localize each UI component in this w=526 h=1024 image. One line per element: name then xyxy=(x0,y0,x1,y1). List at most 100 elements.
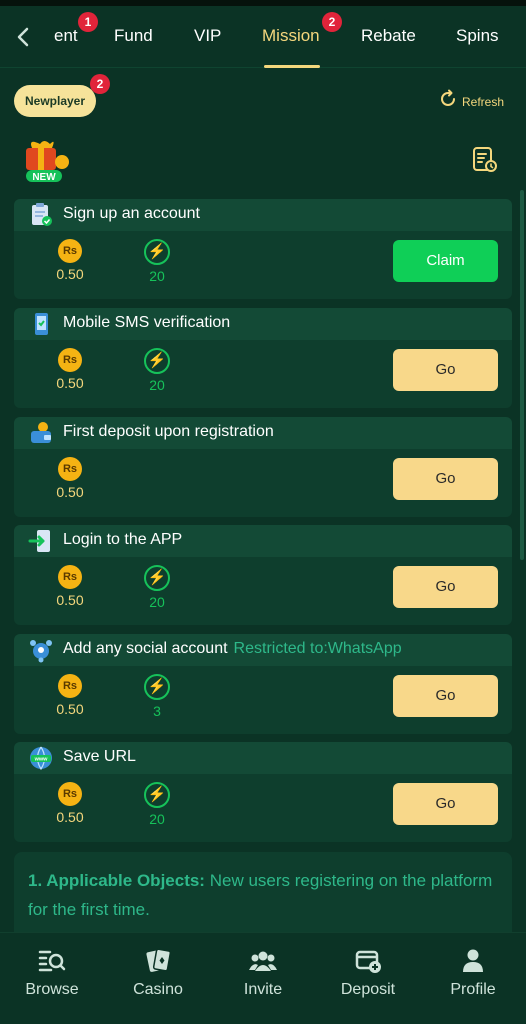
energy-reward: ⚡ 20 xyxy=(137,782,177,827)
energy-reward-value: 20 xyxy=(149,268,165,284)
tab-label: Fund xyxy=(114,26,153,45)
nav-label: Browse xyxy=(25,981,79,998)
energy-reward: ⚡ 3 xyxy=(137,674,177,719)
energy-reward-value: 20 xyxy=(149,377,165,393)
nav-profile[interactable]: Profile xyxy=(433,947,513,999)
tab-label: Rebate xyxy=(361,26,416,45)
new-gift-icon: NEW xyxy=(18,136,76,186)
task-title: Login to the APP xyxy=(63,531,182,549)
clipboard-check-icon xyxy=(28,202,54,228)
cash-reward-value: 0.50 xyxy=(56,375,84,391)
rupee-coin-icon: Rs xyxy=(58,565,82,589)
rupee-coin-icon: Rs xyxy=(58,457,82,481)
go-button[interactable]: Go xyxy=(393,458,498,500)
refresh-icon xyxy=(438,89,458,115)
task-body: Rs 0.50 ⚡ 3 Go xyxy=(14,666,512,734)
cash-reward: Rs 0.50 xyxy=(50,348,90,391)
tab-vip[interactable]: VIP xyxy=(194,26,221,46)
app-login-icon xyxy=(28,528,54,554)
task-card: First deposit upon registration Rs 0.50 … xyxy=(14,417,512,517)
cash-reward-value: 0.50 xyxy=(56,701,84,717)
task-title: First deposit upon registration xyxy=(63,423,274,441)
task-card: Sign up an account Rs 0.50 ⚡ 20 Claim xyxy=(14,199,512,299)
cash-reward-value: 0.50 xyxy=(56,592,84,608)
tab-fund[interactable]: Fund xyxy=(114,26,153,46)
nav-invite[interactable]: Invite xyxy=(223,947,303,999)
globe-www-icon: www xyxy=(28,745,54,771)
task-title-text: First deposit upon registration xyxy=(63,423,274,440)
deposit-icon xyxy=(353,947,383,975)
task-title-text: Sign up an account xyxy=(63,205,200,222)
task-body: Rs 0.50 ⚡ 20 Claim xyxy=(14,231,512,299)
task-body: Rs 0.50 ⚡ 20 Go xyxy=(14,340,512,408)
nav-deposit[interactable]: Deposit xyxy=(328,947,408,999)
task-title: Add any social account Restricted to:What… xyxy=(63,640,402,658)
tab-label: VIP xyxy=(194,26,222,45)
rupee-coin-icon: Rs xyxy=(58,348,82,372)
nav-label: Deposit xyxy=(340,981,396,998)
tab-event-badge: 1 xyxy=(78,12,98,32)
scrollbar[interactable] xyxy=(520,190,524,560)
tab-event[interactable]: ent xyxy=(54,26,78,46)
tab-label: Spins xyxy=(456,26,499,45)
task-header: First deposit upon registration xyxy=(14,417,512,449)
task-card: Mobile SMS verification Rs 0.50 ⚡ 20 Go xyxy=(14,308,512,408)
task-card: Add any social account Restricted to:What… xyxy=(14,634,512,734)
go-button[interactable]: Go xyxy=(393,783,498,825)
refresh-label: Refresh xyxy=(462,95,505,109)
tab-label: Mission xyxy=(262,26,320,45)
cash-reward-value: 0.50 xyxy=(56,484,84,500)
task-body: Rs 0.50 ⚡ 20 Go xyxy=(14,557,512,625)
lightning-bolt-icon: ⚡ xyxy=(144,348,170,374)
social-network-icon xyxy=(28,637,54,663)
person-icon xyxy=(458,947,488,975)
lightning-bolt-icon: ⚡ xyxy=(144,782,170,808)
task-title-text: Add any social account xyxy=(63,640,228,657)
tab-mission-badge: 2 xyxy=(322,12,342,32)
cash-reward: Rs 0.50 xyxy=(50,565,90,608)
tab-label: ent xyxy=(54,26,78,45)
energy-reward-value: 3 xyxy=(153,703,161,719)
refresh-button[interactable]: Refresh xyxy=(438,89,505,115)
go-button[interactable]: Go xyxy=(393,566,498,608)
nav-label: Invite xyxy=(243,981,283,998)
people-icon xyxy=(248,947,278,975)
task-header: Mobile SMS verification xyxy=(14,308,512,340)
task-card: www Save URL Rs 0.50 ⚡ 20 Go xyxy=(14,742,512,842)
rules-document-icon[interactable] xyxy=(472,146,498,174)
cards-icon xyxy=(143,947,173,975)
tab-bar: ent 1 Fund VIP Mission 2 Rebate Spins xyxy=(0,6,526,68)
claim-button[interactable]: Claim xyxy=(393,240,498,282)
back-chevron-icon[interactable] xyxy=(10,22,38,52)
task-title-text: Mobile SMS verification xyxy=(63,314,231,331)
energy-reward-value: 20 xyxy=(149,594,165,610)
tab-mission[interactable]: Mission xyxy=(262,26,320,46)
energy-reward-value: 20 xyxy=(149,811,165,827)
nav-label: Profile xyxy=(450,981,496,998)
rule-1-heading: 1. Applicable Objects: xyxy=(28,871,205,890)
active-tab-indicator xyxy=(264,65,320,68)
energy-reward: ⚡ 20 xyxy=(137,348,177,393)
tab-rebate[interactable]: Rebate xyxy=(361,26,416,46)
rules-panel: 1. Applicable Objects: New users registe… xyxy=(14,852,512,942)
task-header: www Save URL xyxy=(14,742,512,774)
rules-text: 1. Applicable Objects: New users registe… xyxy=(28,866,498,942)
cash-reward: Rs 0.50 xyxy=(50,457,90,500)
go-button[interactable]: Go xyxy=(393,675,498,717)
cash-reward: Rs 0.50 xyxy=(50,782,90,825)
cash-reward: Rs 0.50 xyxy=(50,674,90,717)
rupee-coin-icon: Rs xyxy=(58,782,82,806)
lightning-bolt-icon: ⚡ xyxy=(144,674,170,700)
svg-text:www: www xyxy=(34,757,49,763)
filter-label: Newplayer xyxy=(24,94,86,108)
go-button[interactable]: Go xyxy=(393,349,498,391)
nav-browse[interactable]: Browse xyxy=(12,947,92,999)
task-body: Rs 0.50 Go xyxy=(14,449,512,517)
browse-search-icon xyxy=(37,947,67,975)
task-title: Sign up an account xyxy=(63,205,200,223)
nav-casino[interactable]: Casino xyxy=(118,947,198,999)
restriction-note: Restricted to:WhatsApp xyxy=(233,640,402,657)
new-badge-text: NEW xyxy=(32,172,56,183)
newplayer-filter[interactable]: Newplayer xyxy=(14,85,96,117)
tab-spins[interactable]: Spins xyxy=(456,26,499,46)
